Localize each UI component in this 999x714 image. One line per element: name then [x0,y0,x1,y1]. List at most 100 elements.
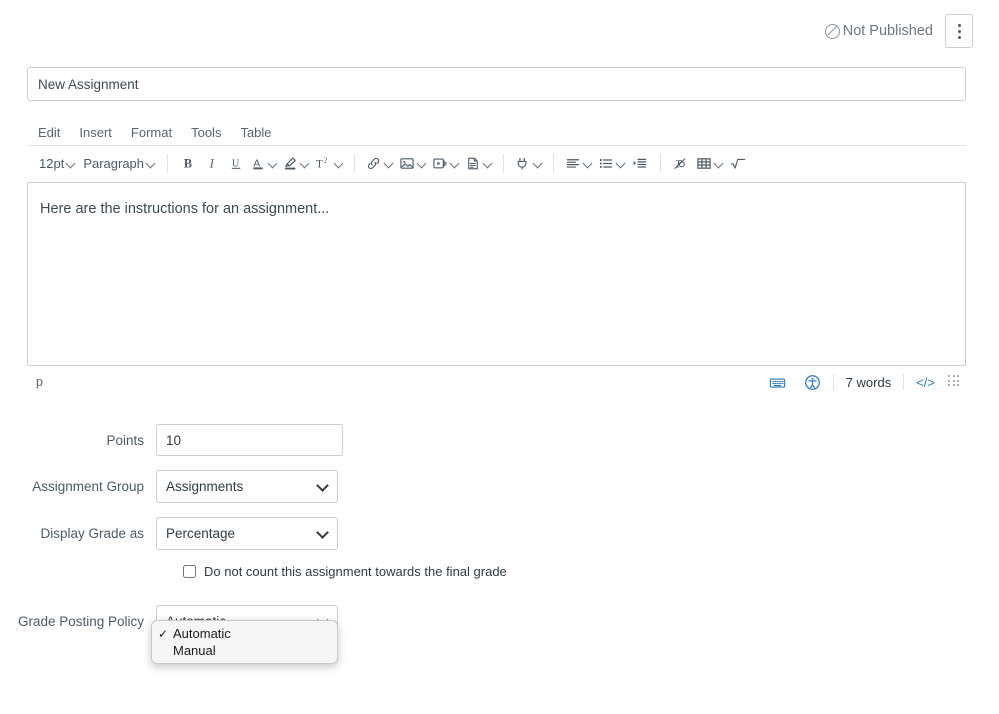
indent-button[interactable] [628,151,652,177]
superscript-icon: T 2 [315,156,332,171]
display-grade-as-row: Display Grade as Percentage [0,517,999,550]
rich-content-editor: Edit Insert Format Tools Table 12pt Para… [27,120,966,398]
chevron-down-icon [417,159,426,168]
checkmark-icon: ✓ [158,626,169,641]
media-icon [432,156,448,171]
media-button[interactable] [429,151,462,177]
menu-format[interactable]: Format [131,125,172,140]
points-label: Points [106,433,144,448]
svg-text:I: I [208,157,214,171]
document-button[interactable] [462,151,495,177]
omit-from-final-grade-row: Do not count this assignment towards the… [183,564,999,579]
image-icon [399,156,415,171]
resize-grip-icon[interactable] [948,375,962,389]
align-button[interactable] [562,151,595,177]
chevron-down-icon [714,159,723,168]
document-icon [465,156,481,171]
svg-text:2: 2 [324,156,328,165]
block-format-label: Paragraph [83,156,145,171]
omit-from-final-grade-checkbox[interactable] [183,565,196,578]
text-color-button[interactable]: A [248,151,280,177]
math-equation-icon [730,156,747,171]
bold-icon: B [181,156,196,171]
publish-status-bar: Not Published [824,14,973,48]
grade-posting-policy-label: Grade Posting Policy [17,614,144,629]
chevron-down-icon [334,159,343,168]
chevron-down-icon [146,159,155,168]
display-grade-as-select-wrap: Percentage [156,517,338,550]
grade-posting-policy-dropdown-popup: ✓ Automatic Manual [151,620,338,664]
editor-toolbar: 12pt Paragraph B I U A T 2 T [27,145,966,181]
menu-tools[interactable]: Tools [191,125,221,140]
more-options-button[interactable] [945,14,973,48]
equation-button[interactable] [726,151,750,177]
chevron-down-icon [616,159,625,168]
points-row: Points [0,424,999,456]
svg-text:T: T [674,158,681,170]
italic-button[interactable]: I [200,151,224,177]
dropdown-option-label: Automatic [173,626,231,641]
accessibility-checker-button[interactable] [795,370,830,394]
omit-from-final-grade-label[interactable]: Do not count this assignment towards the… [204,564,507,579]
bulleted-list-icon [598,156,614,171]
assignment-group-label: Assignment Group [32,479,144,494]
editor-menubar: Edit Insert Format Tools Table [27,120,966,145]
kebab-menu-icon [957,35,961,39]
menu-edit[interactable]: Edit [38,125,60,140]
underline-icon: U [229,156,244,171]
menu-table[interactable]: Table [240,125,271,140]
chevron-down-icon [300,159,309,168]
chevron-down-icon [384,159,393,168]
assignment-group-row: Assignment Group Assignments [0,470,999,503]
kebab-menu-icon [957,29,961,33]
dropdown-option-manual[interactable]: Manual [152,642,337,659]
clear-formatting-icon: T [673,156,690,171]
menu-insert[interactable]: Insert [79,125,112,140]
font-size-label: 12pt [39,156,65,171]
link-button[interactable] [363,151,396,177]
assignment-group-select[interactable]: Assignments [156,470,338,503]
chevron-down-icon [268,159,277,168]
toolbar-divider [660,154,662,173]
indent-icon [632,156,648,171]
toolbar-divider [503,154,505,173]
keyboard-shortcuts-button[interactable] [760,370,795,394]
highlight-color-button[interactable] [280,151,312,177]
keyboard-shortcuts-icon [769,375,786,390]
display-grade-as-select[interactable]: Percentage [156,517,338,550]
display-grade-as-label: Display Grade as [40,526,144,541]
status-bar-tools: 7 words </> [760,370,964,394]
bold-button[interactable]: B [176,151,200,177]
underline-button[interactable]: U [224,151,248,177]
toolbar-divider [354,154,356,173]
list-button[interactable] [595,151,628,177]
dropdown-option-automatic[interactable]: ✓ Automatic [152,625,337,642]
italic-icon: I [205,156,220,171]
assignment-group-select-wrap: Assignments [156,470,338,503]
grade-posting-policy-row: Grade Posting Policy Automatic [0,605,999,638]
accessibility-checker-icon [804,374,821,391]
plug-icon [515,156,531,171]
word-count[interactable]: 7 words [837,375,901,390]
link-icon [366,156,382,171]
apps-button[interactable] [512,151,545,177]
block-format-dropdown[interactable]: Paragraph [79,151,159,177]
html-editor-toggle[interactable]: </> [907,375,944,390]
highlight-icon [283,156,298,171]
assignment-title-input[interactable] [27,67,966,101]
editor-content-area[interactable]: Here are the instructions for an assignm… [27,182,966,366]
table-button[interactable] [693,151,726,177]
kebab-menu-icon [957,23,961,27]
chevron-down-icon [583,159,592,168]
toolbar-divider [167,154,169,173]
element-path[interactable]: p [36,375,43,389]
chevron-down-icon [450,159,459,168]
points-input[interactable] [156,424,343,456]
superscript-button[interactable]: T 2 [312,151,346,177]
editor-status-bar: p 7 words </> [27,366,966,398]
editor-body-text: Here are the instructions for an assignm… [40,201,330,217]
image-button[interactable] [396,151,429,177]
font-size-dropdown[interactable]: 12pt [35,151,79,177]
clear-formatting-button[interactable]: T [669,151,693,177]
publish-status-label: Not Published [842,23,933,39]
